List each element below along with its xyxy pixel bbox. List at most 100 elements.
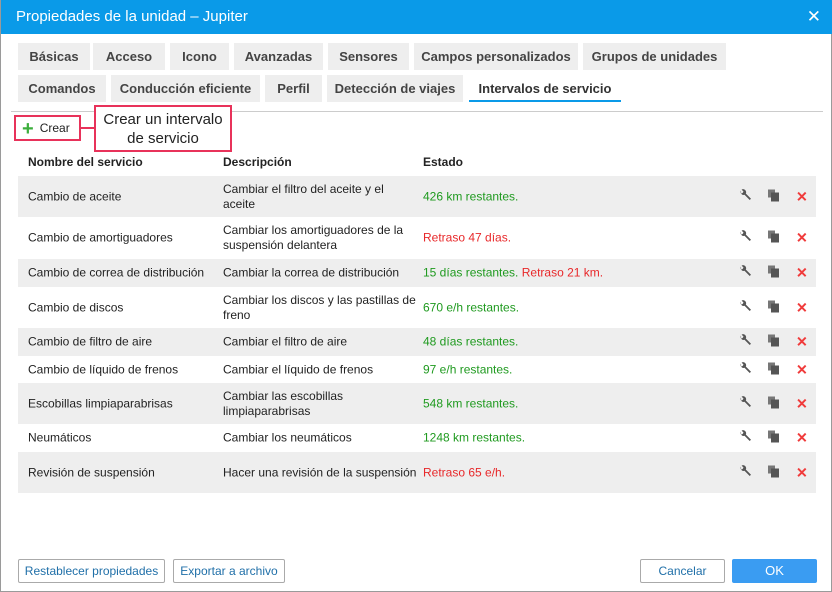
status-text: 670 e/h restantes. — [423, 300, 520, 314]
tab-avanzadas[interactable]: Avanzadas — [234, 43, 323, 70]
callout-connector — [81, 127, 94, 129]
create-button[interactable]: + Crear — [14, 115, 81, 141]
wrench-icon[interactable] — [739, 265, 752, 281]
copy-icon[interactable] — [768, 334, 780, 350]
delete-icon[interactable]: ✕ — [796, 464, 808, 481]
callout: Crear un intervalo de servicio — [94, 105, 232, 152]
status-text: 48 días restantes. — [423, 334, 519, 349]
copy-icon[interactable] — [768, 362, 780, 377]
service-description: Cambiar el líquido de frenos — [223, 362, 374, 376]
tab-icono[interactable]: Icono — [170, 43, 229, 70]
close-icon[interactable]: ✕ — [807, 0, 821, 34]
create-label: Crear — [39, 121, 70, 135]
wrench-icon[interactable] — [739, 361, 752, 378]
copy-icon[interactable] — [768, 300, 780, 315]
service-status: 1248 km restantes. — [423, 431, 723, 446]
delete-icon[interactable]: ✕ — [796, 265, 808, 282]
service-description: Cambiar los discos y las pastillas de fr… — [223, 292, 416, 322]
wrench-icon[interactable] — [739, 334, 752, 350]
status-text: 97 e/h restantes. — [423, 362, 513, 376]
service-status: 670 e/h restantes. — [423, 300, 723, 315]
service-description: Cambiar las escobillas limpiaparabrisas — [223, 388, 344, 418]
cancel-button[interactable]: Cancelar — [640, 559, 725, 583]
service-status: 15 días restantes. Retraso 21 km. — [423, 266, 723, 281]
delete-icon[interactable]: ✕ — [796, 299, 808, 316]
copy-icon[interactable] — [768, 465, 780, 480]
tab-básicas[interactable]: Básicas — [18, 43, 90, 70]
copy-icon[interactable] — [768, 189, 780, 204]
tab-comandos[interactable]: Comandos — [18, 75, 106, 102]
tab-sensores[interactable]: Sensores — [328, 43, 409, 70]
status-text: Retraso 21 km. — [521, 265, 604, 280]
service-status: 426 km restantes. — [423, 189, 723, 204]
wrench-icon[interactable] — [739, 188, 752, 205]
service-status: 48 días restantes. — [423, 335, 723, 350]
status-text: 1248 km restantes. — [423, 430, 526, 445]
service-name: Cambio de discos — [28, 300, 124, 314]
service-status: 548 km restantes. — [423, 396, 723, 411]
title-bar: Propiedades de la unidad – Jupiter ✕ — [1, 0, 832, 34]
table-row[interactable]: Cambio de amortiguadores Cambiar los amo… — [18, 217, 816, 258]
table-row[interactable]: Escobillas limpiaparabrisas Cambiar las … — [18, 383, 816, 424]
tab-perfil[interactable]: Perfil — [265, 75, 322, 102]
copy-icon[interactable] — [768, 430, 780, 446]
status-text: Retraso 65 e/h. — [423, 465, 506, 479]
service-status: Retraso 65 e/h. — [423, 465, 723, 480]
delete-icon[interactable]: ✕ — [796, 229, 808, 246]
service-name: Neumáticos — [28, 430, 92, 445]
copy-icon[interactable] — [768, 265, 780, 281]
wrench-icon[interactable] — [739, 430, 752, 446]
export-button[interactable]: Exportar a archivo — [173, 559, 285, 583]
service-description: Hacer una revisión de la suspensión — [223, 465, 417, 479]
table-row[interactable]: Revisión de suspensión Hacer una revisió… — [18, 452, 816, 493]
service-description: Cambiar los neumáticos — [223, 430, 352, 445]
delete-icon[interactable]: ✕ — [796, 395, 808, 412]
status-text: 15 días restantes. — [423, 265, 519, 280]
service-name: Cambio de aceite — [28, 189, 122, 203]
unit-properties-dialog: Propiedades de la unidad – Jupiter ✕ Bás… — [0, 0, 832, 592]
header-status: Estado — [423, 155, 464, 169]
wrench-icon[interactable] — [739, 464, 752, 481]
service-description: Cambiar el filtro de aire — [223, 334, 348, 349]
tab-intervalos-de-servicio[interactable]: Intervalos de servicio — [469, 75, 621, 102]
table-row[interactable]: Cambio de líquido de frenos Cambiar el l… — [18, 356, 816, 383]
service-description: Cambiar los amortiguadores de la suspens… — [223, 222, 404, 252]
service-name: Cambio de correa de distribución — [28, 265, 205, 280]
table-row[interactable]: Cambio de correa de distribución Cambiar… — [18, 259, 816, 287]
delete-icon[interactable]: ✕ — [796, 188, 808, 205]
status-text: 426 km restantes. — [423, 189, 519, 203]
status-text: 548 km restantes. — [423, 396, 519, 410]
service-status: 97 e/h restantes. — [423, 362, 723, 377]
table-row[interactable]: Cambio de discos Cambiar los discos y la… — [18, 287, 816, 328]
service-name: Cambio de filtro de aire — [28, 334, 153, 349]
tab-campos-personalizados[interactable]: Campos personalizados — [414, 43, 578, 70]
service-name: Cambio de amortiguadores — [28, 230, 173, 244]
table-row[interactable]: Cambio de aceite Cambiar el filtro del a… — [18, 176, 816, 217]
service-name: Escobillas limpiaparabrisas — [28, 396, 173, 410]
wrench-icon[interactable] — [739, 395, 752, 412]
service-name: Revisión de suspensión — [28, 465, 155, 479]
reset-properties-button[interactable]: Restablecer propiedades — [18, 559, 165, 583]
delete-icon[interactable]: ✕ — [796, 361, 808, 378]
wrench-icon[interactable] — [739, 299, 752, 316]
service-status: Retraso 47 días. — [423, 230, 723, 245]
table-row[interactable]: Neumáticos Cambiar los neumáticos 1248 k… — [18, 424, 816, 452]
tab-conducción-eficiente[interactable]: Conducción eficiente — [111, 75, 260, 102]
header-description: Descripción — [223, 155, 292, 169]
service-description: Cambiar la correa de distribución — [223, 265, 400, 280]
delete-icon[interactable]: ✕ — [796, 334, 808, 351]
tab-acceso[interactable]: Acceso — [93, 43, 165, 70]
status-text: Retraso 47 días. — [423, 230, 512, 244]
table-row[interactable]: Cambio de filtro de aire Cambiar el filt… — [18, 328, 816, 356]
plus-icon: + — [22, 117, 34, 140]
wrench-icon[interactable] — [739, 229, 752, 246]
service-name: Cambio de líquido de frenos — [28, 362, 179, 376]
ok-button[interactable]: OK — [732, 559, 817, 583]
tab-grupos-de-unidades[interactable]: Grupos de unidades — [583, 43, 726, 70]
delete-icon[interactable]: ✕ — [796, 430, 808, 447]
service-description: Cambiar el filtro del aceite y el aceite — [223, 181, 384, 211]
copy-icon[interactable] — [768, 396, 780, 411]
header-name: Nombre del servicio — [28, 155, 143, 169]
tab-detección-de-viajes[interactable]: Detección de viajes — [327, 75, 463, 102]
copy-icon[interactable] — [768, 230, 780, 245]
